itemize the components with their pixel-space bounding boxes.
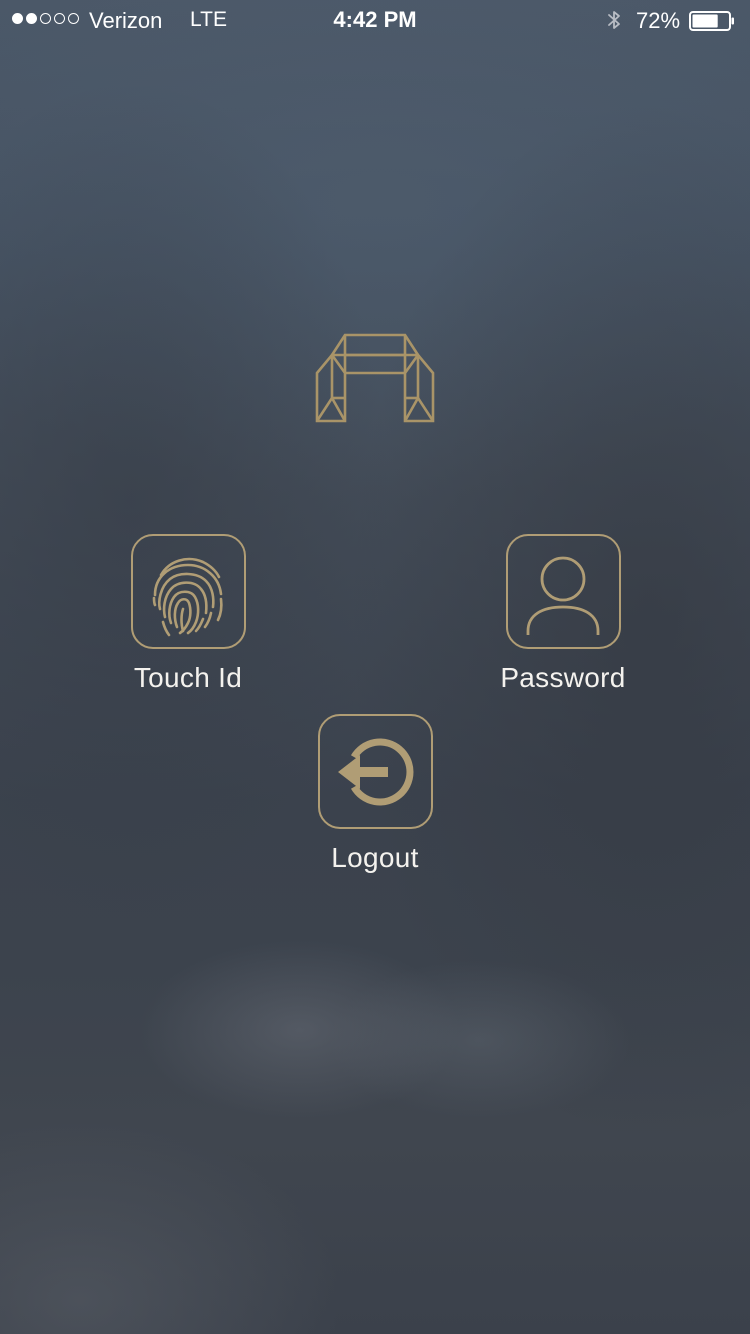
status-bar: Verizon LTE 4:42 PM 72%: [0, 0, 750, 40]
password-icon-box[interactable]: [505, 534, 621, 649]
logout-button[interactable]: Logout: [285, 714, 465, 874]
touch-id-icon-box[interactable]: [130, 534, 246, 649]
touch-id-label[interactable]: Touch Id: [134, 662, 242, 694]
user-icon: [526, 556, 600, 635]
arch-logo-icon: [315, 333, 435, 423]
password-button[interactable]: Password: [473, 534, 653, 694]
lock-screen: Verizon LTE 4:42 PM 72% Touch Id Passwor…: [0, 0, 750, 1334]
battery-percentage: 72%: [636, 8, 681, 33]
battery-icon: [689, 11, 734, 31]
touch-id-button[interactable]: Touch Id: [98, 534, 278, 694]
password-label[interactable]: Password: [500, 662, 625, 694]
logout-icon-box[interactable]: [317, 714, 433, 829]
logout-arrow-icon: [338, 738, 414, 805]
fingerprint-icon: [152, 557, 223, 636]
bluetooth-icon: [608, 11, 620, 29]
logout-label[interactable]: Logout: [331, 842, 418, 874]
